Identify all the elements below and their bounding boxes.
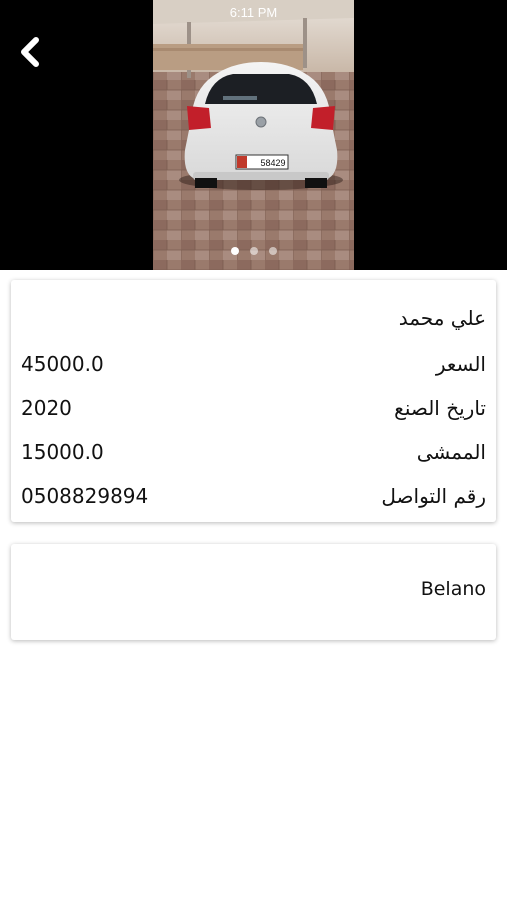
price-row: 45000.0 السعر [21, 349, 486, 379]
contact-row: 0508829894 رقم التواصل [21, 481, 486, 511]
plate-number: 58429 [260, 158, 285, 168]
contact-phone[interactable]: 0508829894 [21, 484, 148, 508]
chevron-left-icon [21, 37, 39, 67]
year-row: 2020 تاريخ الصنع [21, 393, 486, 423]
price-label: السعر [435, 352, 486, 376]
status-bar-time: 6:11 PM [229, 5, 278, 20]
model-name: Belano [420, 578, 486, 600]
gallery-dot[interactable] [249, 247, 258, 255]
price-value: 45000.0 [21, 352, 104, 376]
owner-name: علي محمد [398, 306, 486, 330]
contact-label: رقم التواصل [381, 484, 486, 508]
year-label: تاريخ الصنع [394, 396, 486, 420]
model-card: Belano [11, 544, 496, 640]
mileage-row: 15000.0 الممشى [21, 437, 486, 467]
mileage-label: الممشى [416, 440, 486, 464]
hero-gallery: 6:11 PM 58429 [0, 0, 507, 270]
details-card: علي محمد 45000.0 السعر 2020 تاريخ الصنع … [11, 280, 496, 522]
mileage-value: 15000.0 [21, 440, 104, 464]
gallery-pagination [153, 243, 354, 259]
car-photo[interactable]: 58429 [153, 0, 354, 270]
back-button[interactable] [12, 30, 48, 74]
owner-row: علي محمد [21, 303, 486, 333]
gallery-dot[interactable] [230, 247, 239, 255]
year-value: 2020 [21, 396, 72, 420]
gallery-dot[interactable] [268, 247, 277, 255]
car-photo-image: 58429 [153, 0, 354, 270]
